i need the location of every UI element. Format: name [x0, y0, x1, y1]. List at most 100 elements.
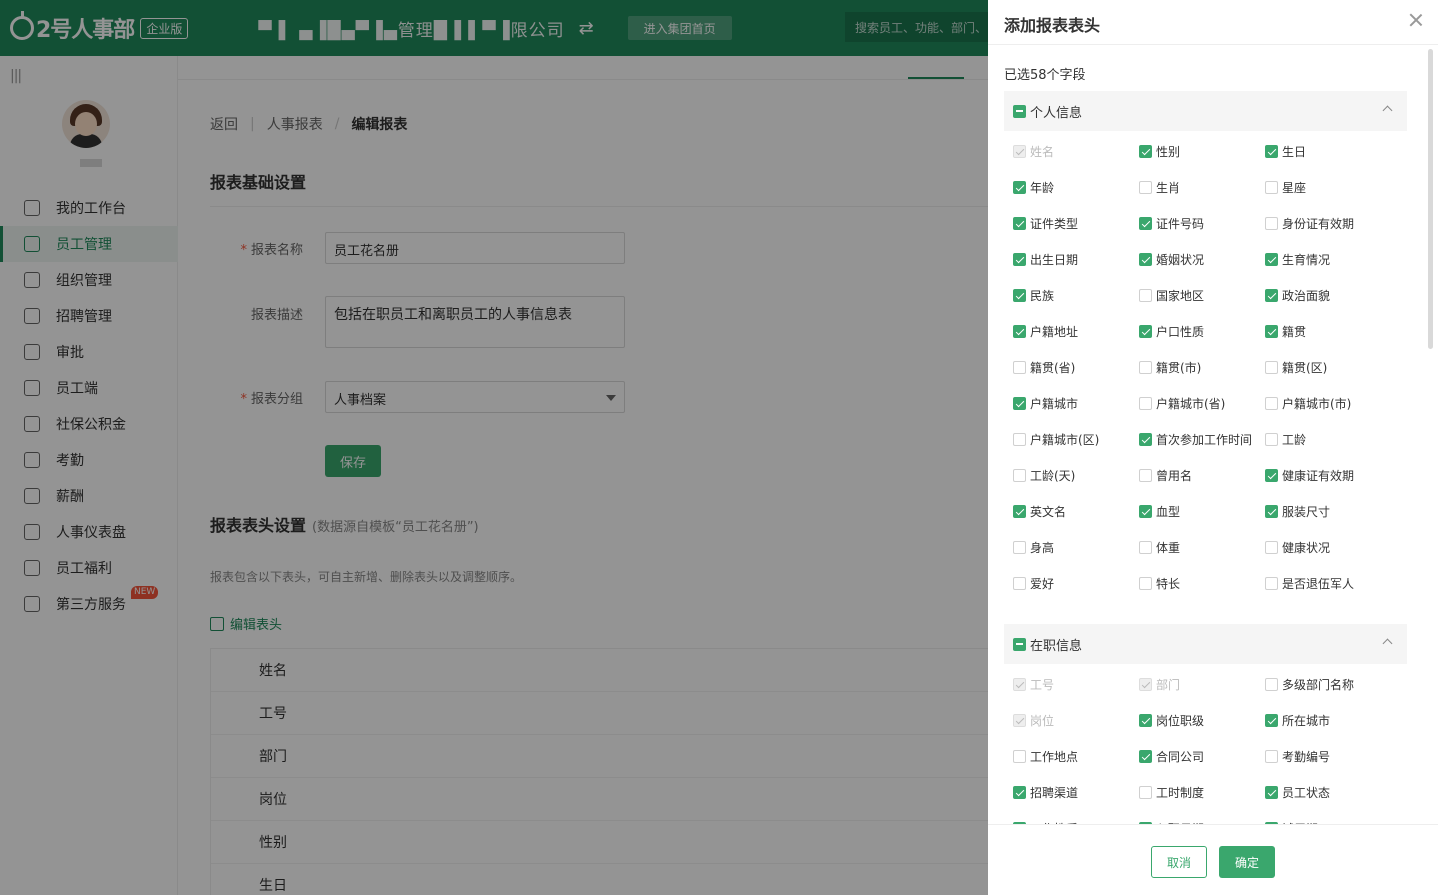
field-option[interactable]: 健康状况 — [1265, 539, 1330, 556]
checkbox-unchecked[interactable] — [1139, 469, 1152, 482]
checkbox-checked[interactable] — [1265, 253, 1278, 266]
close-icon[interactable] — [1408, 12, 1424, 28]
checkbox-unchecked[interactable] — [1013, 541, 1026, 554]
checkbox-checked[interactable] — [1265, 145, 1278, 158]
checkbox-checked[interactable] — [1013, 289, 1026, 302]
checkbox-checked[interactable] — [1139, 145, 1152, 158]
field-option[interactable]: 血型 — [1139, 503, 1180, 520]
field-option[interactable]: 出生日期 — [1013, 251, 1078, 268]
checkbox-unchecked[interactable] — [1265, 361, 1278, 374]
field-option[interactable]: 考勤编号 — [1265, 748, 1330, 765]
field-option[interactable]: 英文名 — [1013, 503, 1066, 520]
field-option[interactable]: 工龄 — [1265, 431, 1306, 448]
field-option[interactable]: 星座 — [1265, 179, 1306, 196]
checkbox-checked[interactable] — [1013, 181, 1026, 194]
field-option[interactable]: 户籍城市 — [1013, 395, 1078, 412]
checkbox-unchecked[interactable] — [1265, 181, 1278, 194]
field-option[interactable]: 生肖 — [1139, 179, 1180, 196]
checkbox-unchecked[interactable] — [1265, 678, 1278, 691]
indeterminate-checkbox[interactable] — [1013, 104, 1026, 118]
field-option[interactable]: 籍贯(区) — [1265, 359, 1327, 376]
field-option[interactable]: 身高 — [1013, 539, 1054, 556]
field-option[interactable]: 岗位职级 — [1139, 712, 1204, 729]
checkbox-checked[interactable] — [1013, 786, 1026, 799]
checkbox-checked[interactable] — [1013, 217, 1026, 230]
checkbox-checked[interactable] — [1013, 325, 1026, 338]
field-option[interactable]: 工时制度 — [1139, 784, 1204, 801]
checkbox-checked[interactable] — [1139, 750, 1152, 763]
field-option[interactable]: 工作地点 — [1013, 748, 1078, 765]
checkbox-unchecked[interactable] — [1139, 786, 1152, 799]
field-option[interactable]: 国家地区 — [1139, 287, 1204, 304]
checkbox-checked[interactable] — [1013, 505, 1026, 518]
checkbox-checked[interactable] — [1265, 469, 1278, 482]
field-option[interactable]: 年龄 — [1013, 179, 1054, 196]
checkbox-checked[interactable] — [1265, 325, 1278, 338]
checkbox-unchecked[interactable] — [1265, 217, 1278, 230]
checkbox-checked[interactable] — [1265, 714, 1278, 727]
drawer-scrollbar[interactable] — [1428, 49, 1433, 349]
modal-mask[interactable] — [0, 0, 988, 895]
checkbox-unchecked[interactable] — [1013, 577, 1026, 590]
checkbox-checked[interactable] — [1013, 397, 1026, 410]
checkbox-checked[interactable] — [1139, 505, 1152, 518]
chevron-up-icon[interactable] — [1382, 105, 1393, 116]
field-option[interactable]: 户口性质 — [1139, 323, 1204, 340]
checkbox-unchecked[interactable] — [1265, 541, 1278, 554]
field-option[interactable]: 籍贯(省) — [1013, 359, 1075, 376]
checkbox-unchecked[interactable] — [1139, 577, 1152, 590]
field-option[interactable]: 首次参加工作时间 — [1139, 431, 1252, 448]
field-option[interactable]: 民族 — [1013, 287, 1054, 304]
checkbox-unchecked[interactable] — [1013, 469, 1026, 482]
checkbox-unchecked[interactable] — [1013, 433, 1026, 446]
checkbox-unchecked[interactable] — [1265, 433, 1278, 446]
chevron-up-icon[interactable] — [1382, 638, 1393, 649]
field-option[interactable]: 籍贯(市) — [1139, 359, 1201, 376]
field-option[interactable]: 工龄(天) — [1013, 467, 1075, 484]
checkbox-checked[interactable] — [1139, 714, 1152, 727]
field-option[interactable]: 籍贯 — [1265, 323, 1306, 340]
field-option[interactable]: 婚姻状况 — [1139, 251, 1204, 268]
checkbox-unchecked[interactable] — [1013, 361, 1026, 374]
checkbox-checked[interactable] — [1265, 786, 1278, 799]
field-option[interactable]: 户籍城市(省) — [1139, 395, 1225, 412]
field-option[interactable]: 证件号码 — [1139, 215, 1204, 232]
checkbox-checked[interactable] — [1139, 433, 1152, 446]
checkbox-checked[interactable] — [1013, 253, 1026, 266]
field-option[interactable]: 员工状态 — [1265, 784, 1330, 801]
checkbox-checked[interactable] — [1139, 217, 1152, 230]
field-option[interactable]: 生日 — [1265, 143, 1306, 160]
checkbox-unchecked[interactable] — [1139, 361, 1152, 374]
field-option[interactable]: 合同公司 — [1139, 748, 1204, 765]
checkbox-checked[interactable] — [1139, 325, 1152, 338]
checkbox-unchecked[interactable] — [1265, 397, 1278, 410]
field-group-header[interactable]: 个人信息 — [1004, 91, 1407, 131]
field-option[interactable]: 身份证有效期 — [1265, 215, 1354, 232]
field-option[interactable]: 曾用名 — [1139, 467, 1192, 484]
field-option[interactable]: 多级部门名称 — [1265, 676, 1354, 693]
field-option[interactable]: 证件类型 — [1013, 215, 1078, 232]
checkbox-checked[interactable] — [1265, 289, 1278, 302]
field-option[interactable]: 特长 — [1139, 575, 1180, 592]
checkbox-unchecked[interactable] — [1265, 750, 1278, 763]
checkbox-unchecked[interactable] — [1139, 541, 1152, 554]
field-option[interactable]: 户籍城市(市) — [1265, 395, 1351, 412]
field-option[interactable]: 户籍地址 — [1013, 323, 1078, 340]
checkbox-unchecked[interactable] — [1139, 181, 1152, 194]
field-option[interactable]: 招聘渠道 — [1013, 784, 1078, 801]
field-option[interactable]: 是否退伍军人 — [1265, 575, 1354, 592]
indeterminate-checkbox[interactable] — [1013, 637, 1026, 651]
checkbox-unchecked[interactable] — [1139, 289, 1152, 302]
field-group-header[interactable]: 在职信息 — [1004, 624, 1407, 664]
field-option[interactable]: 生育情况 — [1265, 251, 1330, 268]
field-option[interactable]: 爱好 — [1013, 575, 1054, 592]
checkbox-checked[interactable] — [1139, 253, 1152, 266]
field-option[interactable]: 所在城市 — [1265, 712, 1330, 729]
checkbox-unchecked[interactable] — [1265, 577, 1278, 590]
field-option[interactable]: 户籍城市(区) — [1013, 431, 1099, 448]
field-option[interactable]: 服装尺寸 — [1265, 503, 1330, 520]
field-option[interactable]: 体重 — [1139, 539, 1180, 556]
cancel-button[interactable]: 取消 — [1151, 846, 1207, 878]
field-option[interactable]: 政治面貌 — [1265, 287, 1330, 304]
field-option[interactable]: 性别 — [1139, 143, 1180, 160]
